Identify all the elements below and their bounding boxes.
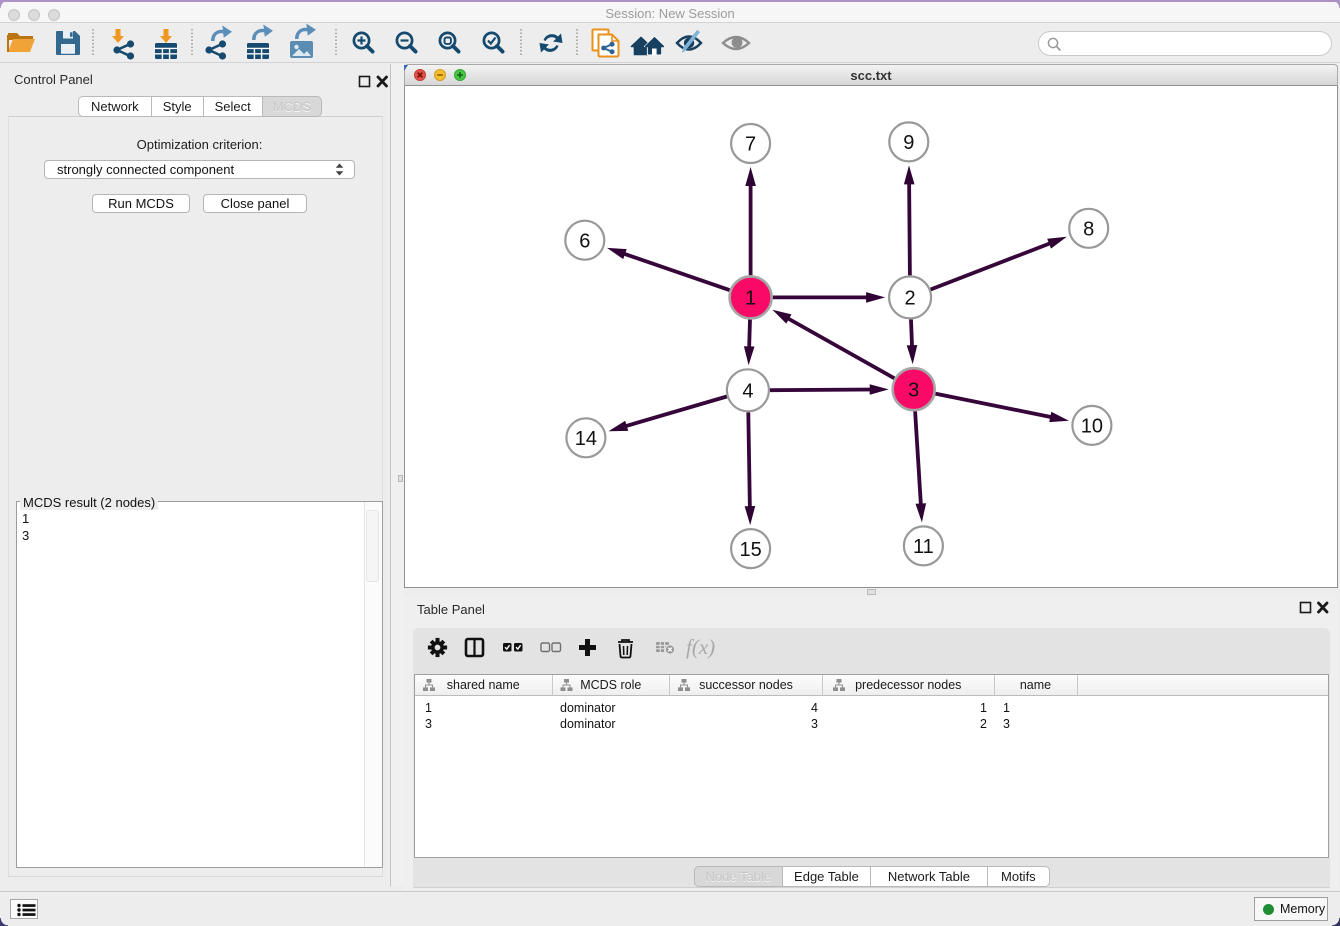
svg-text:6: 6 bbox=[579, 230, 590, 252]
svg-text:2: 2 bbox=[905, 288, 916, 310]
svg-text:4: 4 bbox=[742, 381, 753, 403]
svg-text:1: 1 bbox=[745, 288, 756, 310]
svg-text:9: 9 bbox=[903, 132, 914, 154]
svg-text:3: 3 bbox=[908, 379, 919, 401]
svg-text:8: 8 bbox=[1083, 219, 1094, 241]
svg-text:14: 14 bbox=[575, 428, 597, 450]
svg-text:15: 15 bbox=[739, 539, 761, 561]
svg-text:11: 11 bbox=[913, 536, 934, 558]
svg-text:7: 7 bbox=[745, 134, 756, 156]
svg-text:10: 10 bbox=[1081, 416, 1103, 438]
